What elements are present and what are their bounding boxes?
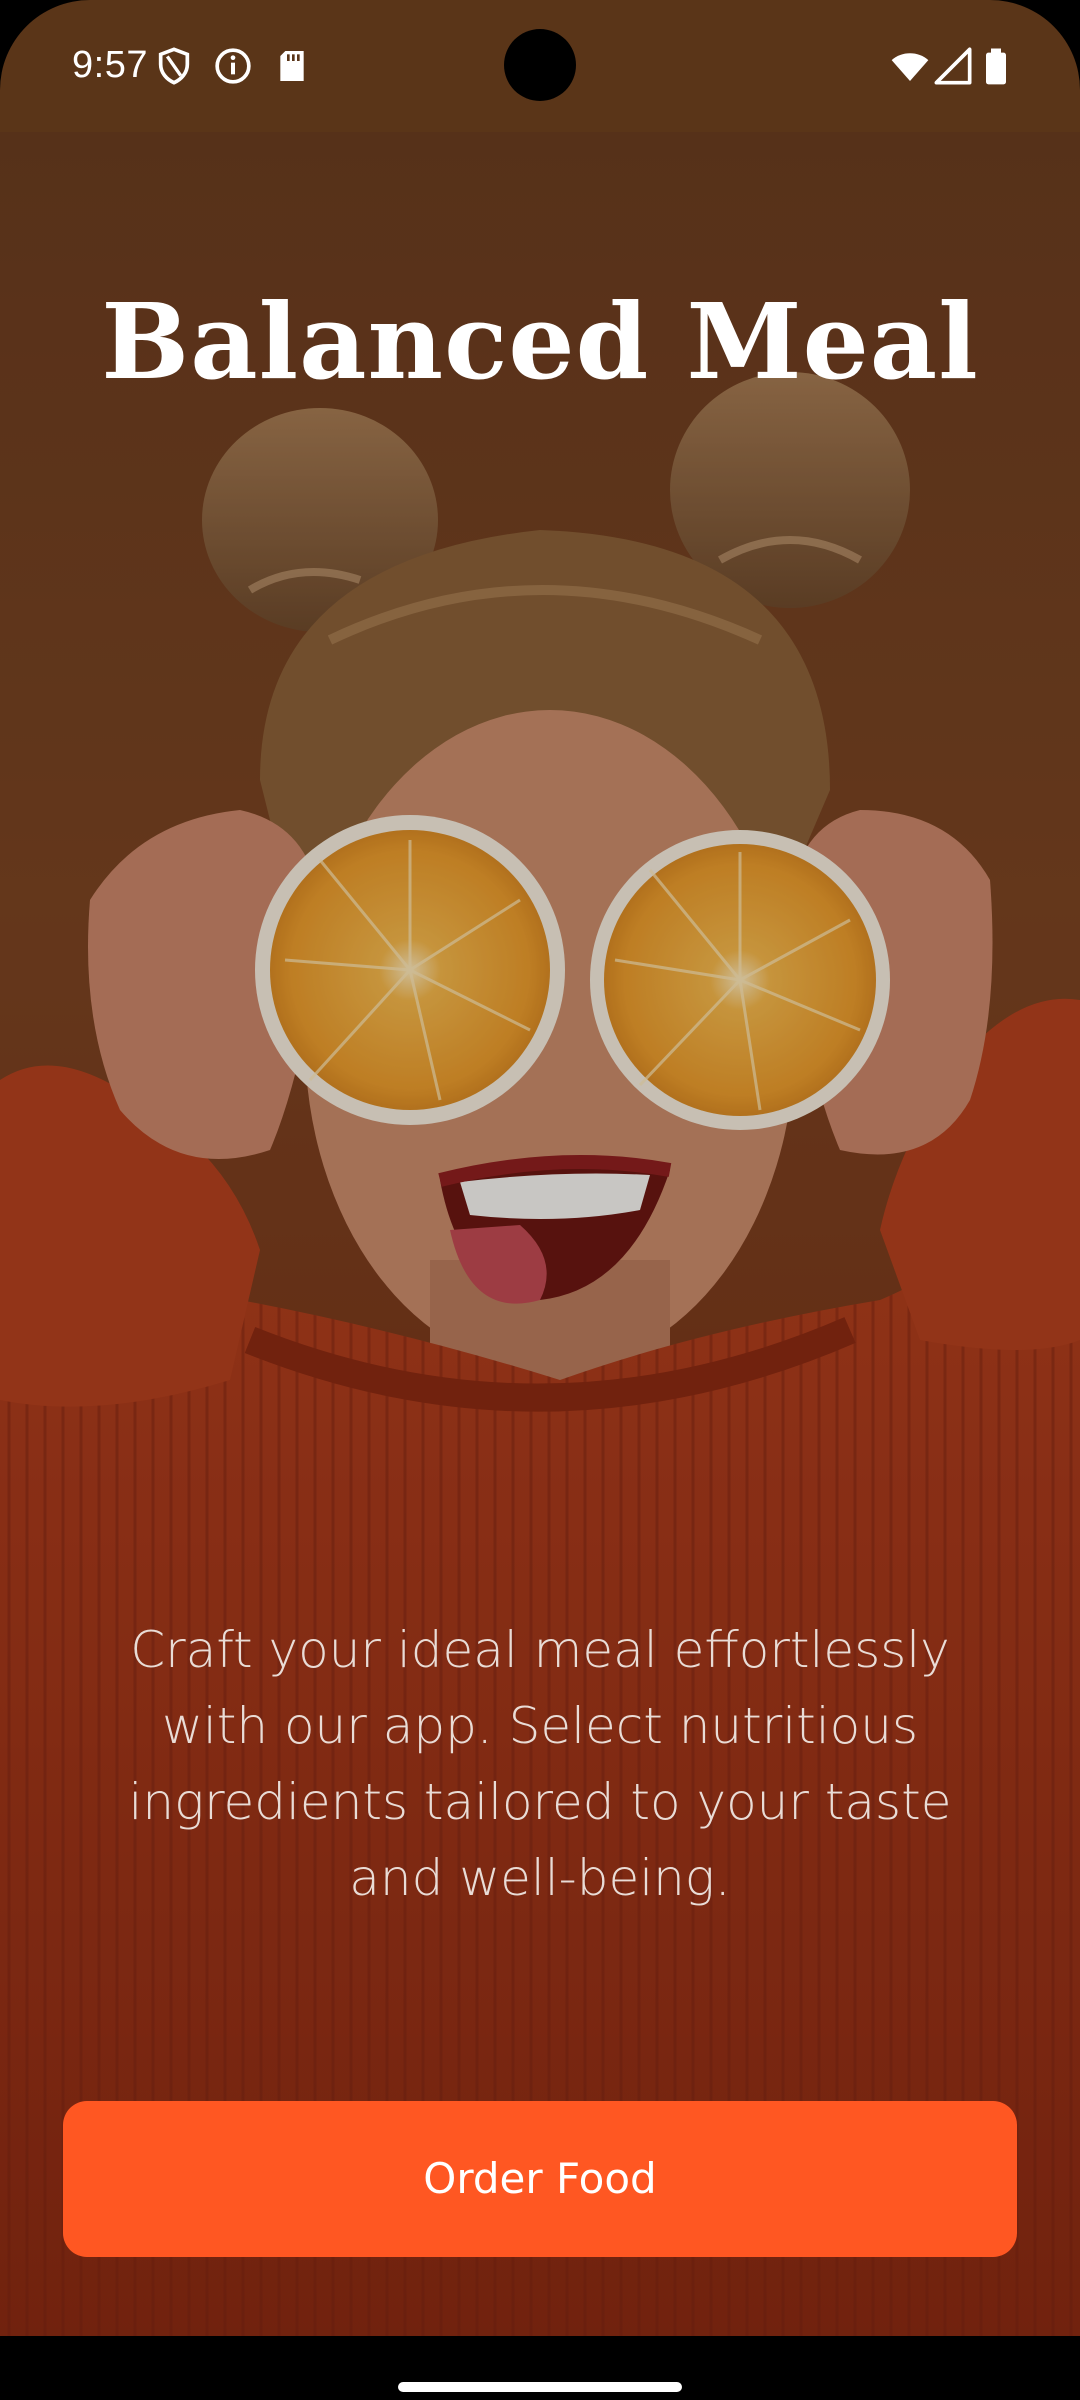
cellular-signal-icon <box>933 46 973 86</box>
camera-cutout <box>504 29 576 101</box>
shield-icon <box>154 46 194 86</box>
page-title: Balanced Meal <box>101 280 979 403</box>
wifi-icon <box>890 46 930 86</box>
hero-image <box>0 132 1080 2336</box>
info-icon <box>213 46 253 86</box>
app-screen: 9:57 Balanced Meal Craft your ideal meal… <box>0 0 1080 2400</box>
order-food-button[interactable]: Order Food <box>63 2101 1017 2257</box>
status-time: 9:57 <box>72 44 148 86</box>
battery-icon <box>976 46 1016 86</box>
home-indicator[interactable] <box>398 2382 682 2392</box>
sd-card-icon <box>272 46 312 86</box>
app-description: Craft your ideal meal effortlessly with … <box>128 1621 952 1907</box>
hero-dim-overlay <box>0 132 1080 2336</box>
